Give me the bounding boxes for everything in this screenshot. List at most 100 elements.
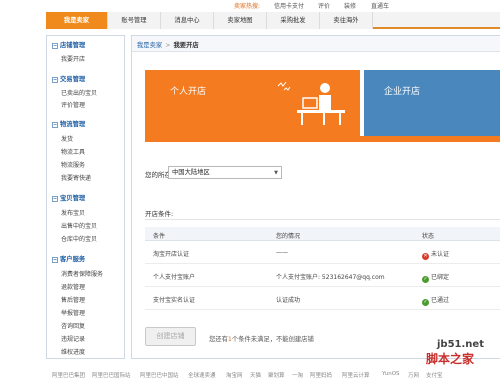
sidebar-item-violations[interactable]: 违规记录 [61, 334, 85, 343]
breadcrumb: 我是卖家 > 我要开店 [137, 40, 199, 49]
tab-seller[interactable]: 我是卖家 [46, 12, 108, 29]
tab-seller-map[interactable]: 卖家地图 [214, 12, 267, 29]
sidebar-section-label: 交易管理 [60, 76, 86, 83]
hot-link-through-train[interactable]: 直通车 [371, 1, 389, 10]
footer-link[interactable]: 阿里巴巴国际站 [92, 371, 131, 379]
check-icon: ✓ [422, 299, 429, 306]
tab-wholesale[interactable]: 采购批发 [267, 12, 320, 29]
collapse-icon[interactable]: − [52, 77, 58, 83]
sidebar-section-label: 客户服务 [60, 256, 86, 263]
sidebar-item-warehouse[interactable]: 仓库中的宝贝 [61, 234, 97, 243]
sidebar-section-label: 店铺管理 [60, 42, 86, 49]
footer-link[interactable]: 全球速卖通 [188, 371, 216, 379]
note-after: 个条件未满足，不能创建店铺 [231, 336, 314, 343]
header-status: 状态 [422, 233, 435, 240]
sidebar-item-ship[interactable]: 发货 [61, 134, 73, 143]
sidebar-item-refund[interactable]: 退款管理 [61, 282, 85, 291]
status-text: 已通过 [431, 297, 450, 304]
enterprise-shop-label: 企业开店 [384, 87, 421, 97]
sidebar-item-rights[interactable]: 维权进度 [61, 347, 85, 356]
footer-link[interactable]: 聚划算 [268, 371, 285, 379]
footer-link[interactable]: 万网 [408, 371, 419, 379]
dropdown-arrow-icon: ▼ [274, 170, 278, 176]
sidebar-item-report[interactable]: 举报管理 [61, 308, 85, 317]
status-text: 未认证 [431, 251, 450, 258]
sidebar-section-logistics[interactable]: − 物流管理 [52, 119, 85, 128]
sidebar-item-protection[interactable]: 消费者保障服务 [61, 269, 103, 278]
create-shop-note: 您还有1个条件未满足，不能创建店铺 [209, 334, 314, 343]
note-before: 您还有 [209, 336, 228, 343]
sidebar-section-label: 宝贝管理 [60, 195, 86, 202]
cell-status: ✓ 已通过 [422, 295, 449, 306]
person-at-desk-icon [297, 83, 345, 125]
conditions-label: 开店条件: [145, 210, 174, 218]
cell-condition: 个人支付宝账户 [153, 274, 196, 281]
footer-link[interactable]: 阿里妈妈 [310, 371, 332, 379]
sidebar-item-inquiry[interactable]: 咨询回复 [61, 321, 85, 330]
cell-situation: 认证成功 [276, 297, 301, 304]
region-selected-value: 中国大陆地区 [172, 169, 210, 176]
footer-link[interactable]: 支付宝 [426, 371, 443, 379]
sidebar-item-logistics-service[interactable]: 物流服务 [61, 160, 85, 169]
cell-situation: —— [276, 249, 288, 256]
cell-situation: 个人支付宝账户: 523162647@qq.com [276, 274, 385, 281]
footer-link[interactable]: 天猫 [250, 371, 261, 379]
sidebar-item-publish[interactable]: 发布宝贝 [61, 208, 85, 217]
footer-link[interactable]: 淘宝网 [226, 371, 243, 379]
collapse-icon[interactable]: − [52, 43, 58, 49]
hot-link-credit-card[interactable]: 信用卡支付 [274, 1, 304, 10]
personal-shop-banner[interactable]: 个人开店 [145, 70, 360, 136]
table-header: 条件 您的情况 状态 [145, 227, 500, 241]
footer: 阿里巴巴集团 阿里巴巴国际站 阿里巴巴中国站 全球速卖通 淘宝网 天猫 聚划算 … [0, 367, 500, 380]
footer-link[interactable]: YunOS [382, 371, 400, 377]
watermark-domain: jb51.net [437, 339, 484, 350]
sidebar: − 店铺管理 我要开店 − 交易管理 已卖出的宝贝 评价管理 − 物流管理 发货 物流… [46, 35, 125, 359]
breadcrumb-separator: > [165, 42, 171, 49]
footer-link[interactable]: 阿里巴巴集团 [52, 371, 85, 379]
create-shop-button[interactable]: 创建店铺 [145, 327, 196, 346]
collapse-icon[interactable]: − [52, 196, 58, 202]
main-nav: 我是卖家 账号管理 消息中心 卖家地图 采购批发 卖往海外 [46, 12, 500, 29]
breadcrumb-current: 我要开店 [173, 42, 199, 49]
region-select[interactable]: 中国大陆地区 ▼ [168, 166, 282, 179]
tab-overseas[interactable]: 卖往海外 [320, 12, 373, 29]
hot-link-review[interactable]: 评价 [318, 1, 330, 10]
sidebar-item-send-express[interactable]: 我要寄快递 [61, 173, 91, 182]
tab-account[interactable]: 账号管理 [108, 12, 161, 29]
header-situation: 您的情况 [276, 233, 301, 240]
sidebar-item-on-sale[interactable]: 出售中的宝贝 [61, 221, 97, 230]
personal-shop-label: 个人开店 [170, 87, 207, 97]
sidebar-section-shop[interactable]: − 店铺管理 [52, 40, 85, 49]
sidebar-section-customer[interactable]: − 客户服务 [52, 254, 85, 263]
enterprise-shop-banner[interactable]: 企业开店 [364, 70, 500, 136]
main-content: 我是卖家 > 我要开店 个人开店 企业开店 您的所在地: 中国大陆地区 ▼ 开店条件… [131, 35, 500, 359]
breadcrumb-bar: 我是卖家 > 我要开店 [132, 36, 500, 52]
sidebar-section-items[interactable]: − 宝贝管理 [52, 193, 85, 202]
breadcrumb-root[interactable]: 我是卖家 [137, 42, 162, 49]
footer-link[interactable]: 阿里云计算 [342, 371, 370, 379]
footer-link[interactable]: 一淘 [292, 371, 303, 379]
sidebar-item-sold[interactable]: 已卖出的宝贝 [61, 88, 97, 97]
sidebar-item-reviews[interactable]: 评价管理 [61, 100, 85, 109]
birds-icon [277, 81, 291, 91]
hot-search-label: 卖家热搜: [234, 3, 261, 10]
collapse-icon[interactable]: − [52, 122, 58, 128]
sidebar-item-logistics-tools[interactable]: 物流工具 [61, 147, 85, 156]
hot-link-decorate[interactable]: 装修 [344, 1, 356, 10]
sidebar-item-after-sales[interactable]: 售后管理 [61, 295, 85, 304]
check-icon: ✓ [422, 276, 429, 283]
table-row: 个人支付宝账户 个人支付宝账户: 523162647@qq.com ✓ 已绑定 [145, 264, 500, 287]
header-condition: 条件 [153, 233, 166, 240]
tab-messages[interactable]: 消息中心 [161, 12, 214, 29]
cell-status: ✓ 已绑定 [422, 272, 449, 283]
banner-underline [145, 136, 500, 142]
sidebar-item-open-shop[interactable]: 我要开店 [61, 54, 85, 63]
divider [145, 219, 500, 220]
sidebar-section-label: 物流管理 [60, 121, 86, 128]
sidebar-section-trade[interactable]: − 交易管理 [52, 74, 85, 83]
footer-link[interactable]: 阿里巴巴中国站 [140, 371, 179, 379]
watermark-brand: 脚本之家 [426, 352, 475, 366]
cell-condition: 支付宝实名认证 [153, 297, 196, 304]
table-row: 支付宝实名认证 认证成功 ✓ 已通过 [145, 287, 500, 310]
collapse-icon[interactable]: − [52, 257, 58, 263]
